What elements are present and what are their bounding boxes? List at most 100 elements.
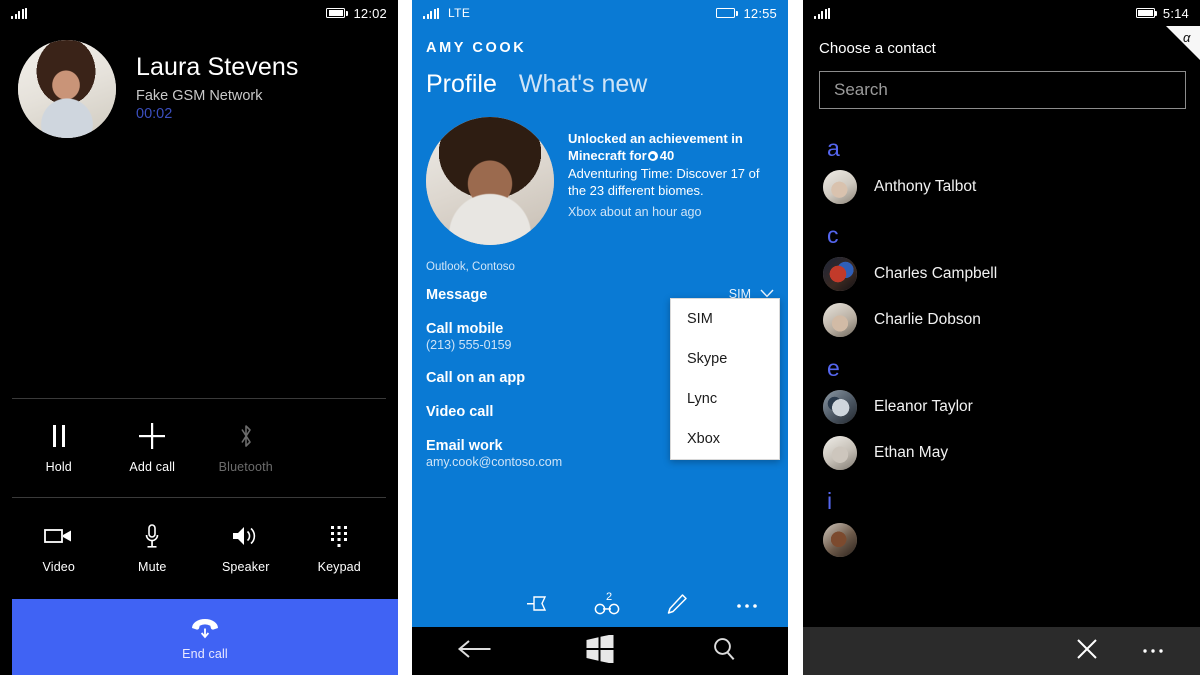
signal-bars-icon [423, 7, 439, 19]
avatar [823, 390, 857, 424]
list-item[interactable]: Charles Campbell [803, 251, 1200, 297]
tab-whats-new[interactable]: What's new [519, 70, 647, 99]
contact-name: Ethan May [874, 444, 949, 461]
end-call-icon [188, 614, 222, 640]
achievement-game-prefix: Minecraft for [568, 148, 647, 164]
avatar [823, 523, 857, 557]
status-bar-profile: LTE 12:55 [412, 0, 788, 26]
windows-start-icon [585, 633, 615, 668]
call-actions-row-1: Hold Add call Bluetooth [12, 399, 386, 497]
search-input[interactable]: Search [819, 71, 1186, 109]
achievement-card: Unlocked an achievement in Minecraft for… [412, 99, 788, 245]
panel-profile: LTE 12:55 AMY COOK Profile What's new Un… [412, 0, 788, 675]
list-item[interactable]: Eleanor Taylor [803, 384, 1200, 430]
caller-details: Laura Stevens Fake GSM Network 00:02 [136, 40, 299, 122]
call-header: Laura Stevens Fake GSM Network 00:02 [0, 26, 398, 138]
achievement-description: Adventuring Time: Discover 17 of the 23 … [568, 166, 760, 199]
signal-bars-icon [814, 7, 830, 19]
start-button[interactable] [537, 633, 662, 668]
network-type-label: LTE [448, 6, 471, 20]
letter-header-a: a [827, 135, 840, 161]
battery-icon [326, 8, 349, 18]
panel-choose-contact: 5:14 α Choose a contact Search a Anthony… [803, 0, 1200, 675]
more-ellipsis-icon [1141, 642, 1165, 660]
sim-dropdown-menu[interactable]: SIM Skype Lync Xbox [670, 298, 780, 460]
speaker-button[interactable]: Speaker [199, 498, 293, 598]
list-item[interactable]: Anthony Talbot [803, 164, 1200, 210]
hold-button[interactable]: Hold [12, 399, 106, 497]
list-item[interactable]: Charlie Dobson [803, 297, 1200, 343]
edit-pencil-icon [666, 593, 688, 620]
letter-header-e: e [827, 355, 840, 381]
caller-network: Fake GSM Network [136, 87, 263, 104]
caller-avatar [18, 40, 116, 138]
list-item[interactable]: Ethan May [803, 430, 1200, 476]
battery-icon [716, 8, 739, 18]
status-bar-call: 12:02 [0, 0, 398, 26]
alpha-tag-label: α [1183, 30, 1191, 45]
add-call-label: Add call [129, 459, 176, 474]
more-button[interactable] [712, 597, 782, 615]
back-button[interactable] [412, 638, 537, 665]
hold-label: Hold [45, 459, 72, 474]
contact-name: Eleanor Taylor [874, 398, 973, 415]
status-clock: 5:14 [1162, 5, 1189, 21]
call-actions-row-2: Video Mute Speaker Keypad [12, 498, 386, 598]
search-button[interactable] [663, 636, 788, 667]
link-contact-button[interactable]: 2 [572, 590, 642, 621]
status-left [11, 7, 27, 19]
profile-action-list: Message SIM Call mobile (213) 555-0159 C… [412, 273, 788, 487]
more-button[interactable] [1122, 627, 1184, 675]
profile-app-bar: 2 [412, 585, 788, 627]
mute-button[interactable]: Mute [106, 498, 200, 598]
more-ellipsis-icon [735, 597, 759, 615]
contacts-app-bar [803, 627, 1200, 675]
caller-name: Laura Stevens [136, 53, 299, 81]
profile-avatar[interactable] [426, 117, 554, 245]
bluetooth-button[interactable]: Bluetooth [199, 399, 293, 497]
keypad-button[interactable]: Keypad [293, 498, 387, 598]
edit-button[interactable] [642, 593, 712, 620]
video-button[interactable]: Video [12, 498, 106, 598]
status-bar-contacts: 5:14 [803, 0, 1200, 26]
achievement-source: Xbox about an hour ago [568, 204, 702, 219]
signal-bars-icon [11, 7, 27, 19]
gamerscore-icon [647, 151, 658, 162]
account-source: Outlook, Contoso [426, 261, 515, 273]
status-clock: 12:02 [353, 5, 387, 21]
empty-slot [293, 399, 387, 497]
pause-icon [50, 423, 68, 449]
panel-in-call: 12:02 Laura Stevens Fake GSM Network 00:… [0, 0, 398, 675]
dropdown-option-sim[interactable]: SIM [671, 299, 779, 339]
bluetooth-label: Bluetooth [218, 459, 273, 474]
page-title: Choose a contact [819, 40, 936, 57]
achievement-line-1: Unlocked an achievement in [568, 131, 743, 146]
system-nav-bar [412, 627, 788, 675]
panel-gap-1 [398, 0, 412, 675]
profile-tabs: Profile What's new [412, 56, 788, 99]
status-right: 12:55 [716, 6, 777, 21]
call-duration: 00:02 [136, 105, 173, 122]
pin-button[interactable] [502, 594, 572, 619]
panel-gap-2 [788, 0, 803, 675]
video-camera-icon [43, 523, 74, 549]
dialpad-icon [329, 523, 349, 549]
cancel-button[interactable] [1056, 627, 1118, 675]
list-item[interactable] [803, 517, 1200, 563]
avatar [823, 257, 857, 291]
screenshot-root: 12:02 Laura Stevens Fake GSM Network 00:… [0, 0, 1200, 675]
link-count-badge: 2 [606, 590, 613, 603]
end-call-button[interactable]: End call [12, 599, 398, 675]
tab-profile[interactable]: Profile [426, 70, 497, 99]
letter-header-i: i [827, 488, 833, 514]
dropdown-option-skype[interactable]: Skype [671, 339, 779, 379]
status-left: LTE [423, 6, 470, 20]
dropdown-option-lync[interactable]: Lync [671, 379, 779, 419]
dropdown-option-xbox[interactable]: Xbox [671, 419, 779, 459]
end-call-label: End call [182, 646, 228, 661]
video-label: Video [42, 559, 75, 574]
battery-icon [1135, 8, 1158, 18]
mute-label: Mute [138, 559, 167, 574]
contact-name: Charlie Dobson [874, 311, 981, 328]
add-call-button[interactable]: Add call [106, 399, 200, 497]
